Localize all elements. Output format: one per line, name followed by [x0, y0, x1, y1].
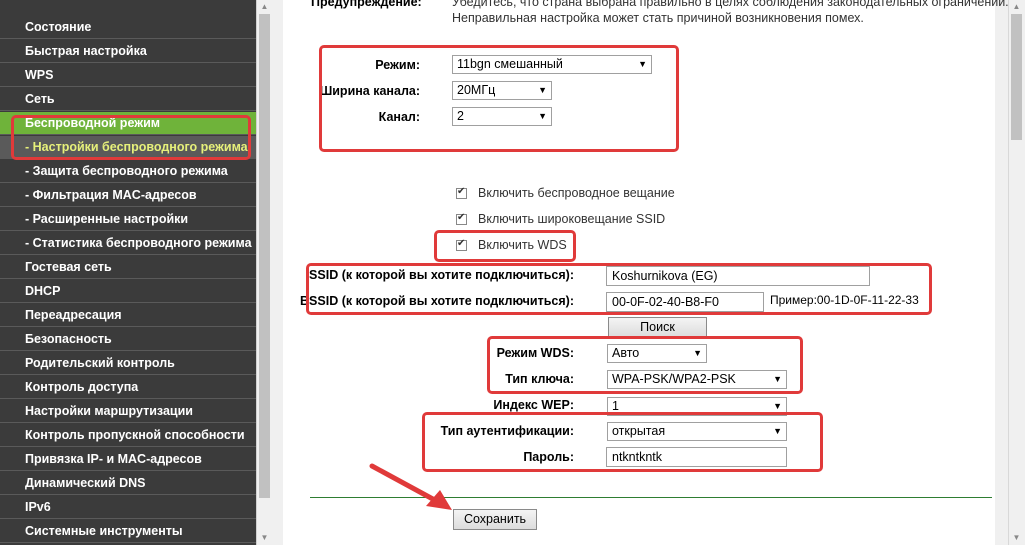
chevron-down-icon: ▼ [538, 85, 547, 95]
chevron-down-icon: ▼ [638, 59, 647, 69]
sidebar-item-19[interactable]: Динамический DNS [0, 472, 256, 495]
bssid-label: BSSID (к которой вы хотите подключиться)… [300, 294, 574, 308]
broadcast-label: Включить беспроводное вещание [478, 186, 675, 200]
mode-select[interactable]: 11bgn смешанный ▼ [452, 55, 652, 74]
sidebar-item-14[interactable]: Родительский контроль [0, 352, 256, 375]
save-button[interactable]: Сохранить [453, 509, 537, 530]
wds-mode-select[interactable]: Авто ▼ [607, 344, 707, 363]
sidebar-item-18[interactable]: Привязка IP- и MAC-адресов [0, 448, 256, 471]
auth-type-select[interactable]: открытая ▼ [607, 422, 787, 441]
sidebar-item-13[interactable]: Безопасность [0, 328, 256, 351]
sidebar-item-16[interactable]: Настройки маршрутизации [0, 400, 256, 423]
sidebar-menu: Состояние Быстрая настройка WPS Сеть Беспров… [0, 0, 256, 545]
ssid-broadcast-label: Включить широковещание SSID [478, 212, 666, 226]
mode-label: Режим: [375, 58, 420, 72]
bssid-input[interactable]: 00-0F-02-40-B8-F0 [606, 292, 764, 312]
channel-width-value: 20МГц [457, 83, 496, 97]
main-scroll-up-arrow-icon[interactable]: ▲ [1011, 2, 1022, 12]
chevron-down-icon: ▼ [773, 426, 782, 436]
auth-type-label: Тип аутентификации: [440, 424, 574, 438]
key-type-label: Тип ключа: [505, 372, 574, 386]
password-input[interactable]: ntkntkntk [606, 447, 787, 467]
scroll-up-arrow-icon[interactable]: ▲ [259, 2, 270, 12]
sidebar-item-17[interactable]: Контроль пропускной способности [0, 424, 256, 447]
main-scroll-down-arrow-icon[interactable]: ▼ [1011, 533, 1022, 543]
sidebar-item-8[interactable]: - Расширенные настройки [0, 208, 256, 231]
sidebar-item-10[interactable]: Гостевая сеть [0, 256, 256, 279]
scroll-down-arrow-icon[interactable]: ▼ [259, 533, 270, 543]
key-type-value: WPA-PSK/WPA2-PSK [612, 372, 736, 386]
main-scrollbar-thumb[interactable] [1011, 14, 1022, 140]
chevron-down-icon: ▼ [773, 374, 782, 384]
channel-select[interactable]: 2 ▼ [452, 107, 552, 126]
channel-value: 2 [457, 109, 464, 123]
ssid-broadcast-checkbox[interactable] [456, 212, 467, 225]
wds-mode-label: Режим WDS: [496, 346, 574, 360]
ssid-label: SSID (к которой вы хотите подключиться): [309, 268, 574, 282]
broadcast-checkbox[interactable] [456, 186, 467, 199]
sidebar-item-4[interactable]: Беспроводной режим [0, 112, 256, 135]
channel-width-select[interactable]: 20МГц ▼ [452, 81, 552, 100]
sidebar-item-7[interactable]: - Фильтрация MAC-адресов [0, 184, 256, 207]
sidebar-item-3[interactable]: Сеть [0, 88, 256, 111]
chevron-down-icon: ▼ [693, 348, 702, 358]
search-button[interactable]: Поиск [608, 317, 707, 338]
warning-label: Предупреждение: [311, 0, 422, 9]
warning-text-line2: Неправильная настройка может стать причи… [452, 11, 864, 25]
sidebar-item-1[interactable]: Быстрая настройка [0, 40, 256, 63]
annotation-arrow-icon [369, 463, 452, 510]
sidebar-item-5[interactable]: - Настройки беспроводного режима [0, 136, 256, 159]
wds-checkbox[interactable] [456, 238, 467, 251]
channel-width-label: Ширина канала: [319, 84, 420, 98]
sidebar-item-15[interactable]: Контроль доступа [0, 376, 256, 399]
wds-label: Включить WDS [478, 238, 567, 252]
ssid-input[interactable]: Koshurnikova (EG) [606, 266, 870, 286]
sidebar-scrollbar-thumb[interactable] [259, 14, 270, 498]
sidebar-item-6[interactable]: - Защита беспроводного режима [0, 160, 256, 183]
key-type-select[interactable]: WPA-PSK/WPA2-PSK ▼ [607, 370, 787, 389]
password-label: Пароль: [523, 450, 574, 464]
sidebar-item-2[interactable]: WPS [0, 64, 256, 87]
sidebar-item-21[interactable]: Системные инструменты [0, 520, 256, 543]
wds-mode-value: Авто [612, 346, 640, 360]
sidebar-item-9[interactable]: - Статистика беспроводного режима [0, 232, 256, 255]
auth-type-value: открытая [612, 424, 666, 438]
chevron-down-icon: ▼ [538, 111, 547, 121]
warning-text-line1: Убедитесь, что страна выбрана правильно … [452, 0, 1009, 9]
sidebar-item-12[interactable]: Переадресация [0, 304, 256, 327]
wep-index-label: Индекс WEP: [493, 398, 574, 412]
bssid-example: Пример:00-1D-0F-11-22-33 [770, 293, 919, 307]
chevron-down-icon: ▼ [773, 401, 782, 411]
mode-value: 11bgn смешанный [457, 57, 563, 71]
wep-index-select[interactable]: 1 ▼ [607, 397, 787, 416]
wep-index-value: 1 [612, 399, 619, 413]
channel-label: Канал: [378, 110, 420, 124]
sidebar-item-20[interactable]: IPv6 [0, 496, 256, 519]
sidebar-item-11[interactable]: DHCP [0, 280, 256, 303]
sidebar-item-0[interactable]: Состояние [0, 16, 256, 39]
